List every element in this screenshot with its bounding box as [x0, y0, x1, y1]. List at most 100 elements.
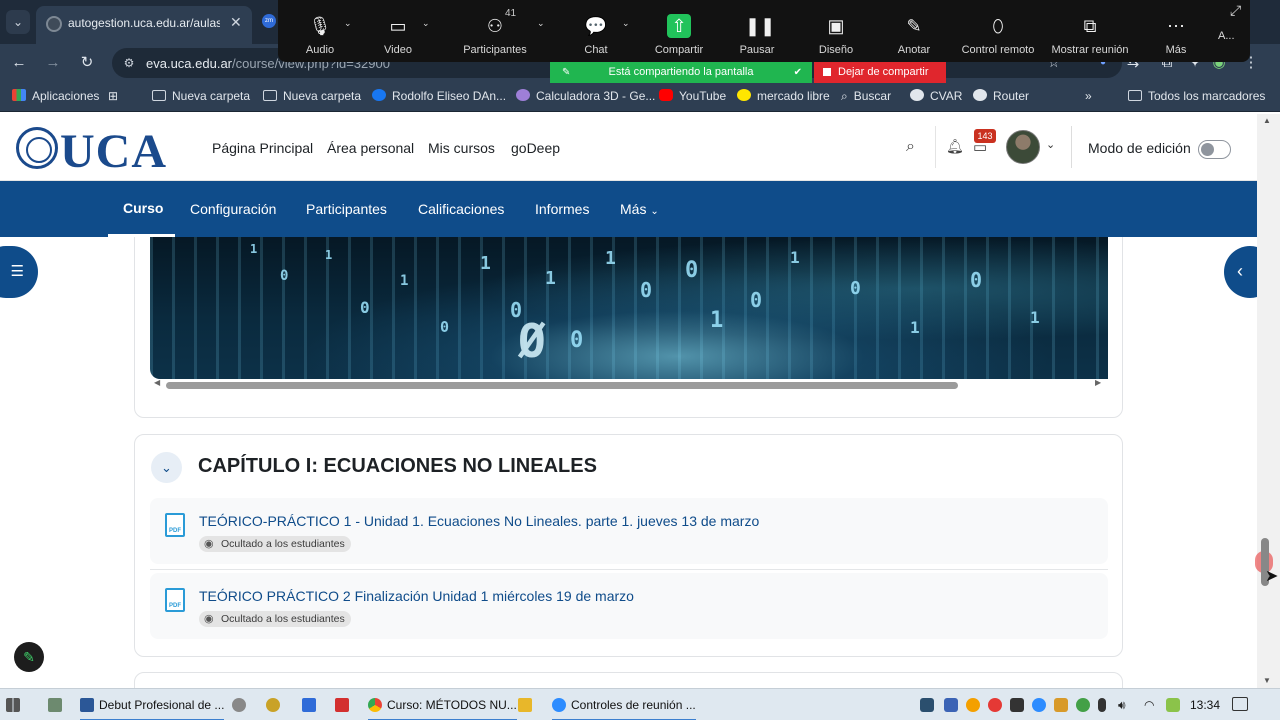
chevron-down-icon[interactable]: ⌄: [537, 18, 545, 29]
zoom-chat-button[interactable]: 💬 ⌄ Chat: [556, 0, 636, 62]
bookmark-aplicaciones[interactable]: Aplicaciones: [12, 89, 99, 103]
zoom-layout-button[interactable]: ▣ Diseño: [796, 0, 876, 62]
zoom-tab-favicon-icon[interactable]: zm: [262, 14, 276, 28]
zoom-annotate-button[interactable]: ✎ Anotar: [874, 0, 954, 62]
bookmark-folder-2[interactable]: Nueva carpeta: [263, 89, 361, 103]
scrollbar-thumb[interactable]: [166, 382, 958, 389]
bookmark-label: Nueva carpeta: [172, 89, 251, 103]
zoom-audio-button[interactable]: 🎙 ⌄ Audio: [280, 0, 360, 62]
nav-godeep[interactable]: goDeep: [511, 140, 560, 156]
course-content: 1 0 1 0 1 0 1 0 1 0 1 0 0 1 0 1 0 1 0 1: [0, 237, 1257, 688]
page-vertical-scrollbar[interactable]: ▲ ▼: [1255, 114, 1280, 688]
section-title[interactable]: CAPÍTULO I: ECUACIONES NO LINEALES: [198, 455, 597, 478]
opera-icon[interactable]: [988, 698, 1002, 712]
banner-bit: Ø: [518, 314, 546, 368]
activity-item: PDF TEÓRICO-PRÁCTICO 1 - Unidad 1. Ecuac…: [150, 498, 1108, 564]
microphone-icon[interactable]: [1098, 698, 1106, 712]
nav-my-courses[interactable]: Mis cursos: [428, 140, 495, 156]
scroll-right-icon[interactable]: ▶: [1095, 378, 1101, 387]
zoom-participants-button[interactable]: ⚇ 41 ⌄ Participantes: [455, 0, 544, 62]
back-arrow-icon[interactable]: ←: [8, 52, 30, 74]
edit-pencil-icon[interactable]: ✎: [14, 642, 44, 672]
tab-close-icon[interactable]: ✕: [230, 14, 242, 31]
taskbar-app-chrome[interactable]: Curso: MÉTODOS NU...: [368, 689, 517, 720]
browser-tab-active[interactable]: autogestion.uca.edu.ar/aulas-z ✕: [36, 6, 252, 44]
taskbar-app-icon[interactable]: [302, 689, 321, 720]
tray-icon[interactable]: [1076, 698, 1090, 712]
tray-icon[interactable]: [1054, 698, 1068, 712]
site-logo[interactable]: UCA: [60, 124, 167, 179]
bookmark-rodolfo[interactable]: Rodolfo Eliseo DAn...: [372, 89, 506, 103]
activity-link[interactable]: TEÓRICO-PRÁCTICO 1 - Unidad 1. Ecuacione…: [199, 513, 759, 529]
layout-icon: ▣: [827, 16, 845, 36]
site-info-icon[interactable]: ⚙: [120, 54, 138, 72]
tab-grades[interactable]: Calificaciones: [418, 201, 504, 217]
taskbar-app-icon[interactable]: [518, 689, 537, 720]
battery-icon[interactable]: [1166, 698, 1180, 712]
bookmark-youtube[interactable]: YouTube: [659, 89, 726, 103]
scroll-down-icon[interactable]: ▼: [1263, 676, 1271, 685]
tab-course[interactable]: Curso: [123, 200, 163, 216]
section-collapse-chevron-icon[interactable]: ⌄: [151, 452, 182, 483]
zoom-share-button[interactable]: ⇧ Compartir: [639, 0, 719, 62]
bookmark-mercadolibre[interactable]: mercado libre: [737, 89, 830, 103]
taskbar-app-icon[interactable]: [232, 689, 251, 720]
edit-mode-toggle[interactable]: [1198, 140, 1231, 159]
activity-link[interactable]: TEÓRICO PRÁCTICO 2 Finalización Unidad 1…: [199, 588, 634, 604]
bell-icon[interactable]: 🔔︎: [946, 138, 964, 155]
forward-arrow-icon[interactable]: →: [42, 52, 64, 74]
chevron-down-icon[interactable]: ⌄: [344, 18, 352, 29]
bookmark-cvar[interactable]: CVAR: [910, 89, 962, 103]
course-index-drawer-icon[interactable]: ☰: [0, 246, 38, 298]
bookmark-folder-1[interactable]: Nueva carpeta: [152, 89, 250, 103]
zoom-pause-button[interactable]: ❚❚ Pausar: [717, 0, 797, 62]
tab-settings[interactable]: Configuración: [190, 201, 276, 217]
bookmark-buscar[interactable]: ⌕ Buscar: [841, 89, 891, 104]
chevron-down-icon[interactable]: ⌄: [422, 18, 430, 29]
tab-participants[interactable]: Participantes: [306, 201, 387, 217]
taskbar-app-zoom[interactable]: Controles de reunión ...: [552, 689, 696, 720]
taskbar-clock[interactable]: 13:34: [1190, 698, 1220, 712]
zoom-more-button[interactable]: ⋯ Más: [1136, 0, 1216, 62]
notifications-icon[interactable]: [1232, 697, 1248, 711]
show-desktop-icon[interactable]: [6, 689, 25, 720]
volume-icon[interactable]: 🔊︎: [1118, 698, 1132, 712]
zoom-tray-icon[interactable]: [1032, 698, 1046, 712]
tray-icon[interactable]: [1010, 698, 1024, 712]
bookmark-router[interactable]: Router: [973, 89, 1029, 103]
tray-icon[interactable]: [920, 698, 934, 712]
tab-reports[interactable]: Informes: [535, 201, 589, 217]
bookmark-calculadora[interactable]: Calculadora 3D - Ge...: [516, 89, 655, 103]
bookmark-grid-icon[interactable]: ⊞: [108, 89, 118, 103]
globe-icon: [973, 89, 987, 101]
user-avatar[interactable]: [1006, 130, 1040, 164]
block-drawer-chevron-left-icon[interactable]: ‹: [1224, 246, 1257, 298]
chevron-down-icon[interactable]: ⌄: [622, 18, 630, 29]
tab-more[interactable]: Más ⌄: [620, 201, 659, 217]
nav-dashboard[interactable]: Área personal: [327, 140, 414, 156]
taskbar-app-icon[interactable]: [335, 689, 354, 720]
chevron-down-icon[interactable]: ⌄: [1046, 138, 1055, 151]
zoom-show-meeting-button[interactable]: ⧉ Mostrar reunión: [1050, 0, 1130, 62]
taskbar-app-icon[interactable]: [266, 689, 285, 720]
search-icon: ⌕: [841, 89, 848, 103]
all-bookmarks[interactable]: Todos los marcadores: [1128, 89, 1265, 103]
expand-icon[interactable]: ⤢: [1230, 2, 1241, 19]
tray-icon[interactable]: [944, 698, 958, 712]
zoom-remote-control-button[interactable]: ⬯ Control remoto: [958, 0, 1038, 62]
taskbar-app-icon[interactable]: [48, 689, 67, 720]
stop-share-button[interactable]: Dejar de compartir: [814, 62, 946, 83]
scroll-left-icon[interactable]: ◀: [154, 378, 160, 387]
taskbar-app-word[interactable]: Debut Profesional de ...: [80, 689, 225, 720]
nav-home[interactable]: Página Principal: [212, 140, 313, 156]
wifi-icon[interactable]: ◠: [1144, 698, 1158, 712]
tray-icon[interactable]: [966, 698, 980, 712]
youtube-icon: [659, 89, 673, 101]
reload-icon[interactable]: ↻: [76, 52, 98, 74]
scroll-up-icon[interactable]: ▲: [1263, 116, 1271, 125]
zoom-video-button[interactable]: ▭ ⌄ Video: [358, 0, 438, 62]
tab-search-chevron-icon[interactable]: ⌄: [6, 10, 30, 34]
search-icon[interactable]: ⌕: [906, 138, 915, 156]
banner-horizontal-scrollbar[interactable]: ◀ ▶: [150, 378, 1108, 389]
bookmarks-overflow-icon[interactable]: »: [1085, 89, 1092, 103]
